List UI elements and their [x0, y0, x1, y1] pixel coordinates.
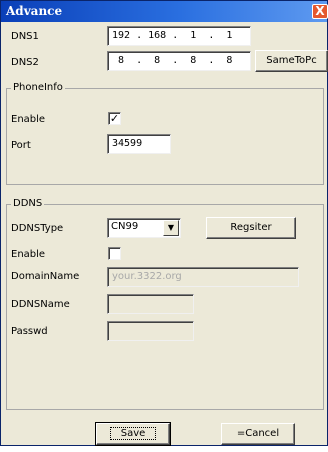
phone-enable-label: Enable [11, 114, 46, 125]
ddns-type-label: DDNSType [11, 223, 64, 234]
ddns-type-value: CN99 [111, 221, 139, 232]
ddns-type-select[interactable]: CN99 ▼ [107, 218, 181, 238]
window-title: Advance [6, 4, 63, 18]
ddns-group-title: DDNS [11, 198, 45, 210]
dns2-label: DNS2 [11, 57, 39, 68]
passwd-label: Passwd [11, 326, 48, 337]
register-button[interactable]: Regsiter [206, 217, 296, 239]
close-button[interactable]: X [312, 4, 328, 19]
ddns-name-field[interactable] [107, 294, 194, 314]
ddns-enable-label: Enable [11, 249, 46, 260]
port-field[interactable]: 34599 [107, 134, 171, 154]
domain-name-label: DomainName [11, 271, 80, 282]
title-bar[interactable]: Advance X [1, 1, 328, 22]
phone-enable-checkbox[interactable]: ✓ [108, 112, 121, 125]
dns2-ip-field[interactable]: 8 . 8 . 8 . 8 [107, 51, 251, 71]
passwd-field[interactable] [107, 321, 194, 341]
save-button[interactable]: Save [95, 422, 171, 446]
chevron-down-icon[interactable]: ▼ [163, 220, 179, 236]
save-button-label: Save [109, 427, 157, 440]
phoneinfo-group-title: PhoneInfo [11, 82, 65, 94]
same-to-pc-button[interactable]: SameToPc [255, 50, 328, 72]
dns1-ip-field[interactable]: 192 . 168 . 1 . 1 [107, 26, 251, 46]
checkmark-icon: ✓ [109, 112, 120, 125]
close-icon: X [315, 4, 325, 18]
ddns-name-label: DDNSName [11, 299, 70, 310]
port-label: Port [11, 140, 31, 151]
domain-name-field[interactable]: your.3322.org [107, 267, 299, 287]
ddns-enable-checkbox[interactable] [108, 247, 121, 260]
advance-dialog: Advance X DNS1 192 . 168 . 1 . 1 DNS2 8 … [0, 0, 328, 446]
cancel-button[interactable]: =Cancel [221, 423, 295, 445]
dns1-label: DNS1 [11, 31, 39, 42]
